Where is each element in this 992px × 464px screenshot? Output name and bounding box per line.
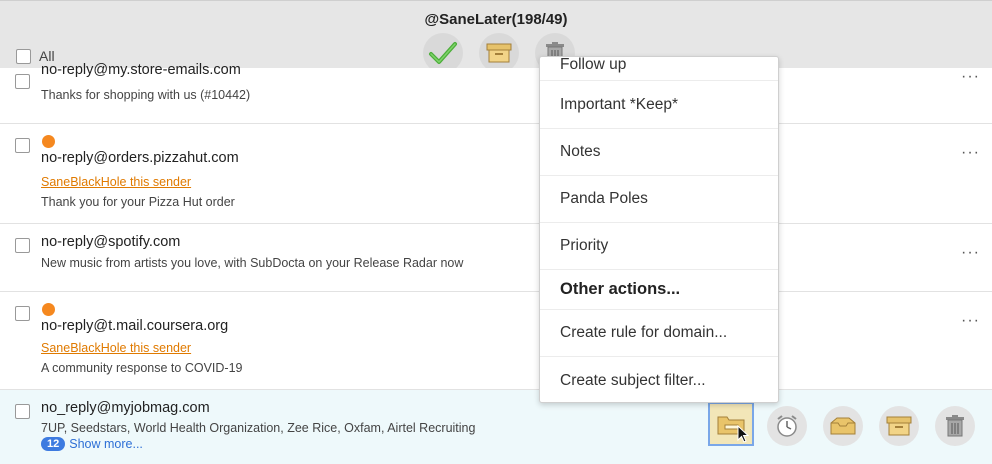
more-options-icon[interactable]: ··· — [961, 312, 980, 330]
menu-heading-other-actions: Other actions... — [540, 270, 778, 310]
move-to-folder-menu: Follow up Important *Keep* Notes Panda P… — [539, 56, 779, 403]
menu-item-follow-up[interactable]: Follow up — [540, 57, 778, 81]
unread-dot-icon — [42, 303, 55, 316]
email-preview: Thanks for shopping with us (#10442) — [41, 88, 251, 102]
archive-button[interactable] — [479, 33, 519, 73]
tray-button[interactable] — [823, 406, 863, 446]
menu-item-create-rule-domain[interactable]: Create rule for domain... — [540, 310, 778, 357]
select-all-checkbox[interactable] — [16, 48, 31, 64]
email-row[interactable]: no-reply@spotify.com New music from arti… — [0, 224, 992, 292]
inbox-tray-icon — [830, 417, 856, 435]
email-sender: no-reply@my.store-emails.com — [41, 62, 241, 78]
email-checkbox[interactable] — [15, 138, 30, 153]
menu-item-create-subject-filter[interactable]: Create subject filter... — [540, 357, 778, 402]
email-row-selected[interactable]: no_reply@myjobmag.com 7UP, Seedstars, Wo… — [0, 390, 992, 464]
checkmark-icon — [429, 42, 457, 64]
email-sender: no-reply@spotify.com — [41, 234, 181, 250]
count-badge: 12 — [41, 437, 66, 451]
more-options-icon[interactable]: ··· — [961, 244, 980, 262]
menu-item-important-keep[interactable]: Important *Keep* — [540, 81, 778, 129]
email-sender: no_reply@myjobmag.com — [41, 400, 210, 416]
email-row[interactable]: no-reply@t.mail.coursera.org SaneBlackHo… — [0, 292, 992, 390]
mouse-cursor-icon — [737, 425, 749, 443]
email-checkbox[interactable] — [15, 306, 30, 321]
snooze-button[interactable] — [767, 406, 807, 446]
email-row[interactable]: no-reply@orders.pizzahut.com SaneBlackHo… — [0, 124, 992, 224]
show-more[interactable]: 12 Show more... — [41, 437, 143, 451]
email-preview: A community response to COVID-19 — [41, 361, 243, 375]
email-preview: Thank you for your Pizza Hut order — [41, 195, 235, 209]
done-button[interactable] — [423, 33, 463, 73]
archive-box-icon — [486, 43, 512, 63]
delete-row-button[interactable] — [935, 406, 975, 446]
email-row[interactable]: no-reply@my.store-emails.com Thanks for … — [0, 62, 992, 124]
more-options-icon[interactable]: ··· — [961, 68, 980, 86]
more-options-icon[interactable]: ··· — [961, 144, 980, 162]
blackhole-sender-link[interactable]: SaneBlackHole this sender — [41, 341, 191, 355]
alarm-clock-icon — [777, 415, 797, 437]
blackhole-sender-link[interactable]: SaneBlackHole this sender — [41, 175, 191, 189]
email-checkbox[interactable] — [15, 238, 30, 253]
archive-row-button[interactable] — [879, 406, 919, 446]
show-more-link[interactable]: Show more... — [69, 437, 143, 451]
unread-dot-icon — [42, 135, 55, 148]
archive-box-icon — [886, 416, 912, 436]
menu-item-notes[interactable]: Notes — [540, 129, 778, 176]
menu-item-panda-poles[interactable]: Panda Poles — [540, 176, 778, 223]
trash-icon — [946, 415, 964, 437]
folder-title: @SaneLater(198/49) — [424, 11, 568, 28]
email-checkbox[interactable] — [15, 74, 30, 89]
menu-item-priority[interactable]: Priority — [540, 223, 778, 270]
email-preview: New music from artists you love, with Su… — [41, 256, 464, 270]
email-sender: no-reply@orders.pizzahut.com — [41, 150, 239, 166]
email-checkbox[interactable] — [15, 404, 30, 419]
email-preview: 7UP, Seedstars, World Health Organizatio… — [41, 421, 476, 435]
email-sender: no-reply@t.mail.coursera.org — [41, 318, 229, 334]
